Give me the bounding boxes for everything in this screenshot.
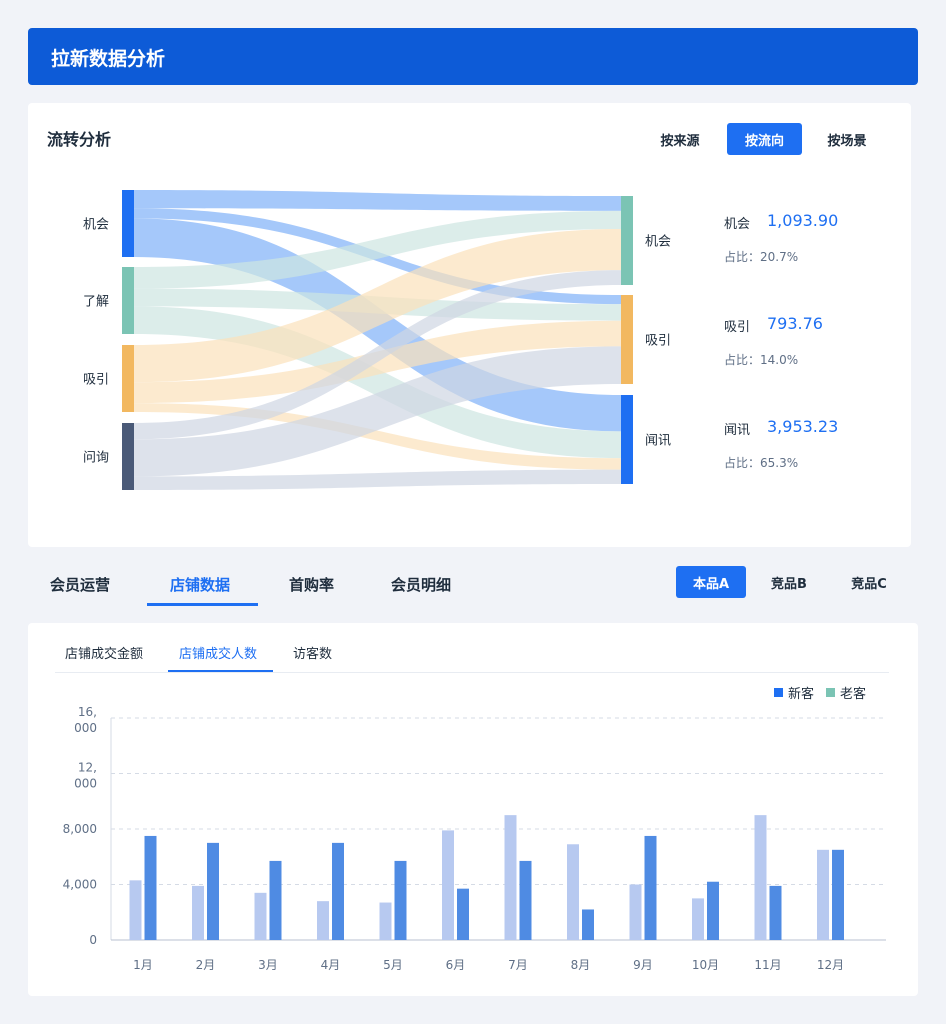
competitor-b-button[interactable]: 竞品B bbox=[758, 566, 820, 598]
bar-new-customers bbox=[754, 815, 767, 940]
sankey-links bbox=[134, 190, 621, 490]
bar-new-customers bbox=[692, 898, 704, 940]
x-tick-label: 8月 bbox=[571, 958, 591, 972]
store-data-card: 店铺成交金额 店铺成交人数 访客数 新客 老客 0 4,000 8,000 12, 00… bbox=[28, 623, 918, 996]
bar-returning-customers bbox=[207, 842, 219, 940]
bar-returning-customers bbox=[332, 842, 344, 940]
bar-returning-customers bbox=[582, 909, 594, 940]
bar-new-customers bbox=[442, 830, 454, 940]
bar-new-customers bbox=[192, 885, 204, 940]
sankey-target-label: 吸引 bbox=[645, 334, 671, 349]
bar-new-customers bbox=[629, 884, 642, 940]
product-a-button[interactable]: 本品A bbox=[676, 566, 746, 598]
x-tick-label: 6月 bbox=[446, 958, 466, 972]
sankey-source-node bbox=[122, 345, 134, 412]
page-header: 拉新数据分析 bbox=[28, 28, 918, 85]
x-tick-label: 12月 bbox=[817, 958, 844, 972]
x-tick-label: 5月 bbox=[383, 958, 403, 972]
sankey-source-label: 问询 bbox=[83, 451, 109, 466]
section-tabs: 会员运营 店铺数据 首购率 会员明细 本品A 竞品B 竞品C bbox=[28, 562, 918, 608]
metric-name: 闻讯 bbox=[724, 423, 751, 438]
bar-returning-customers bbox=[769, 885, 782, 940]
metric-share: 占比：20.7% bbox=[724, 250, 799, 264]
bar-new-customers bbox=[129, 880, 142, 940]
tab-member-details[interactable]: 会员明细 bbox=[391, 574, 451, 595]
sankey-source-label: 机会 bbox=[83, 218, 109, 233]
metric-name: 机会 bbox=[724, 217, 751, 232]
y-tick-label: 4,000 bbox=[63, 878, 97, 892]
metric-share: 占比：14.0% bbox=[724, 353, 799, 367]
bar-chart: 0 4,000 8,000 12, 000 16, 000 1月 2月 3月 4月 5月 6月 7月 8月 9… bbox=[63, 705, 886, 972]
bar-returning-customers bbox=[519, 860, 532, 940]
sankey-link bbox=[134, 190, 621, 211]
page-title: 拉新数据分析 bbox=[51, 48, 166, 70]
bar-new-customers bbox=[379, 902, 392, 940]
tab-member-ops[interactable]: 会员运营 bbox=[50, 574, 110, 595]
flow-analysis-card: 流转分析 按来源 按流向 按场景 机会 了解 吸引 问询 机会 吸引 闻讯 机会 1,093.… bbox=[28, 103, 911, 547]
y-tick-label: 8,000 bbox=[63, 822, 97, 836]
bar-returning-customers bbox=[457, 888, 469, 940]
bar-returning-customers bbox=[144, 835, 157, 940]
bar-new-customers bbox=[817, 849, 829, 940]
sankey-source-label: 了解 bbox=[83, 295, 109, 310]
x-tick-label: 7月 bbox=[508, 958, 528, 972]
x-tick-label: 11月 bbox=[754, 958, 781, 972]
metric-share: 占比：65.3% bbox=[724, 456, 799, 470]
metric-value: 793.76 bbox=[767, 314, 823, 333]
x-tick-label: 10月 bbox=[692, 958, 719, 972]
bar-returning-customers bbox=[644, 835, 657, 940]
tab-store-data[interactable]: 店铺数据 bbox=[170, 574, 230, 595]
bar-new-customers bbox=[504, 815, 517, 940]
x-tick-label: 3月 bbox=[258, 958, 278, 972]
bar-returning-customers bbox=[394, 860, 407, 940]
y-tick-label: 16, 000 bbox=[74, 705, 97, 735]
x-tick-label: 9月 bbox=[633, 958, 653, 972]
y-tick-label: 12, 000 bbox=[74, 761, 97, 791]
x-tick-label: 2月 bbox=[196, 958, 216, 972]
sankey-source-node bbox=[122, 423, 134, 490]
competitor-c-button[interactable]: 竞品C bbox=[838, 566, 900, 598]
sankey-target-node bbox=[621, 295, 633, 384]
sankey-target-node bbox=[621, 395, 633, 484]
sankey-source-node bbox=[122, 267, 134, 334]
metric-value: 1,093.90 bbox=[767, 211, 839, 230]
sankey-source-node bbox=[122, 190, 134, 257]
sankey-target-label: 闻讯 bbox=[645, 434, 671, 449]
sankey-source-label: 吸引 bbox=[83, 373, 109, 388]
bar-new-customers bbox=[567, 844, 579, 940]
bar-returning-customers bbox=[707, 881, 719, 940]
metric-name: 吸引 bbox=[724, 320, 751, 335]
metric-value: 3,953.23 bbox=[767, 417, 839, 436]
bar-returning-customers bbox=[269, 860, 282, 940]
x-tick-label: 4月 bbox=[321, 958, 341, 972]
y-tick-label: 0 bbox=[89, 933, 97, 947]
bar-returning-customers bbox=[832, 849, 844, 940]
bar-new-customers bbox=[317, 901, 329, 940]
sankey-target-label: 机会 bbox=[645, 235, 671, 250]
bar-new-customers bbox=[254, 892, 267, 940]
sankey-target-node bbox=[621, 196, 633, 285]
tab-first-purchase-rate[interactable]: 首购率 bbox=[289, 574, 334, 595]
active-tab-underline bbox=[147, 603, 258, 606]
x-tick-label: 1月 bbox=[133, 958, 153, 972]
